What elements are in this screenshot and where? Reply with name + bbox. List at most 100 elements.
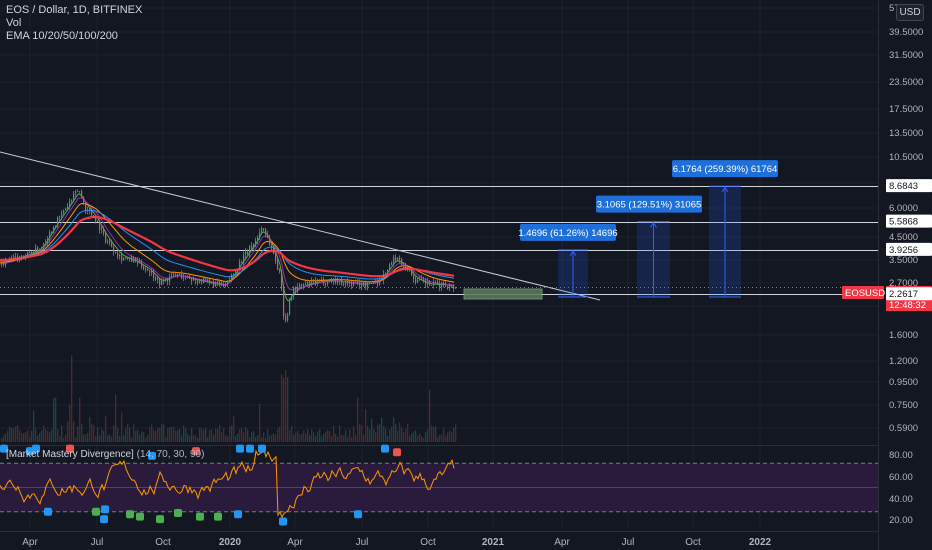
candle-body bbox=[287, 314, 289, 321]
volume-bar bbox=[415, 430, 417, 442]
candle-body bbox=[229, 280, 231, 281]
volume-bar bbox=[99, 435, 101, 442]
volume-bar bbox=[447, 432, 449, 442]
volume-bar bbox=[53, 398, 55, 442]
candle-body bbox=[357, 281, 359, 283]
candle-body bbox=[319, 279, 321, 281]
volume-bar bbox=[239, 429, 241, 442]
oscillator-legend[interactable]: [Market Mastery Divergence] (14, 70, 30,… bbox=[6, 449, 204, 460]
candle-body bbox=[69, 201, 71, 207]
candle-body bbox=[219, 281, 221, 285]
volume-bar bbox=[247, 429, 249, 442]
volume-bar bbox=[337, 436, 339, 442]
volume-bar bbox=[289, 429, 291, 442]
volume-bar bbox=[229, 426, 231, 442]
candle-body bbox=[249, 245, 251, 254]
price-tick-label: 1.6000 bbox=[889, 330, 918, 341]
price-tick-label: 0.5900 bbox=[889, 423, 918, 434]
candle-body bbox=[23, 256, 25, 260]
volume-bar bbox=[21, 432, 23, 442]
candle-body bbox=[163, 280, 165, 282]
symbol-title[interactable]: EOS / Dollar, 1D, BITFINEX bbox=[6, 4, 142, 17]
candle-body bbox=[55, 225, 57, 228]
volume-bar bbox=[377, 424, 379, 442]
volume-bar bbox=[395, 424, 397, 442]
volume-bar bbox=[233, 416, 235, 442]
volume-bar bbox=[437, 437, 439, 442]
candle-body bbox=[111, 242, 113, 248]
volume-bar bbox=[297, 430, 299, 442]
candle-body bbox=[315, 280, 317, 284]
candle-body bbox=[83, 197, 85, 203]
volume-bar bbox=[73, 421, 75, 442]
candle-body bbox=[53, 227, 55, 233]
candle-body bbox=[59, 216, 61, 218]
volume-bar bbox=[201, 427, 203, 442]
time-tick-label: Apr bbox=[287, 537, 303, 548]
candle-body bbox=[215, 282, 217, 287]
volume-bar bbox=[313, 432, 315, 442]
volume-bar bbox=[77, 426, 79, 442]
volume-bar bbox=[397, 430, 399, 442]
candle-body bbox=[39, 250, 41, 252]
candle-body bbox=[9, 259, 11, 261]
ema-legend[interactable]: EMA 10/20/50/100/200 bbox=[6, 30, 142, 43]
volume-bar bbox=[277, 428, 279, 442]
volume-bar bbox=[115, 394, 117, 442]
currency-button[interactable]: USD bbox=[896, 4, 924, 21]
volume-bar bbox=[273, 433, 275, 442]
candle-body bbox=[157, 277, 159, 280]
volume-bar bbox=[55, 397, 57, 442]
candle-body bbox=[129, 256, 131, 258]
volume-bar bbox=[235, 436, 237, 442]
volume-bar bbox=[319, 429, 321, 442]
volume-legend[interactable]: Vol bbox=[6, 17, 142, 30]
candle-body bbox=[57, 216, 59, 226]
candle-body bbox=[293, 287, 295, 296]
volume-bar bbox=[325, 431, 327, 442]
volume-bar bbox=[13, 428, 15, 442]
candle-body bbox=[147, 268, 149, 271]
volume-bar bbox=[345, 429, 347, 442]
candle-body bbox=[93, 215, 95, 218]
volume-bar bbox=[391, 426, 393, 442]
volume-bar bbox=[37, 435, 39, 442]
price-axis-badge-label: 3.9256 bbox=[889, 245, 918, 256]
volume-bar bbox=[309, 435, 311, 442]
volume-bar bbox=[401, 427, 403, 442]
volume-bar bbox=[191, 428, 193, 442]
price-tick-label: 23.5000 bbox=[889, 77, 923, 88]
candle-body bbox=[455, 287, 457, 289]
candle-body bbox=[5, 260, 7, 265]
volume-bar bbox=[23, 433, 25, 442]
volume-bar bbox=[7, 430, 9, 442]
candle-body bbox=[381, 278, 383, 281]
volume-bar bbox=[225, 435, 227, 442]
volume-bar bbox=[305, 433, 307, 442]
volume-bar bbox=[15, 426, 17, 442]
candle-body bbox=[277, 261, 279, 270]
candle-body bbox=[45, 242, 47, 246]
chart-canvas[interactable]: 1.4696 (61.26%) 14696 3.1065 (129.51%) 31… bbox=[0, 0, 932, 550]
candle-body bbox=[419, 278, 421, 280]
volume-bar bbox=[43, 425, 45, 442]
candle-body bbox=[15, 256, 17, 258]
candle-body bbox=[321, 279, 323, 281]
volume-bar bbox=[321, 436, 323, 442]
candle-body bbox=[175, 274, 177, 275]
candle-body bbox=[79, 191, 81, 192]
candle-body bbox=[209, 279, 211, 282]
candle-body bbox=[89, 209, 91, 212]
candle-body bbox=[125, 257, 127, 259]
volume-bar bbox=[425, 431, 427, 442]
oscillator-tick-label: 40.00 bbox=[889, 494, 913, 505]
candle-body bbox=[153, 271, 155, 278]
volume-bar bbox=[403, 432, 405, 442]
volume-bar bbox=[355, 434, 357, 442]
candle-body bbox=[31, 252, 33, 255]
candle-body bbox=[201, 282, 203, 284]
volume-bar bbox=[139, 434, 141, 442]
candle-body bbox=[141, 261, 143, 268]
candle-body bbox=[323, 279, 325, 284]
volume-bar bbox=[95, 436, 97, 442]
